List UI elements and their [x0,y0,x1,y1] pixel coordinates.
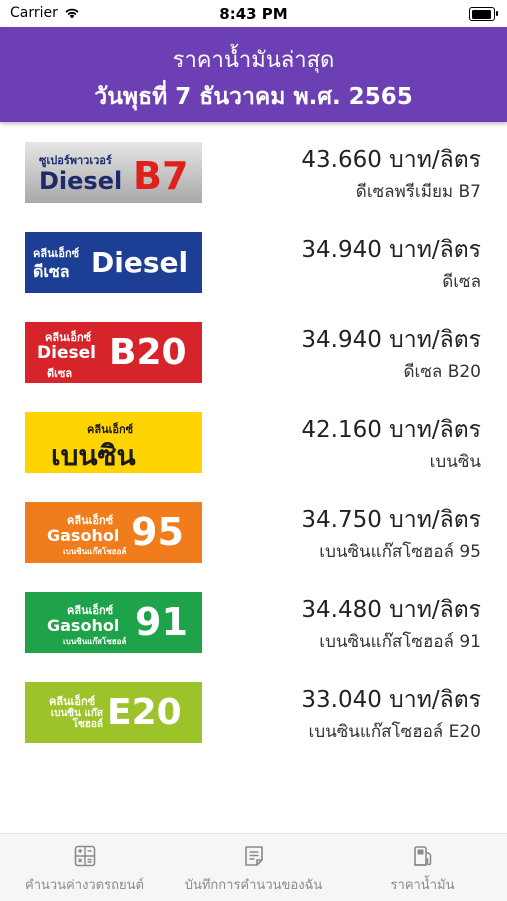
tab-label: คำนวนค่างวดรถยนต์ [25,878,144,893]
fuel-price: 34.480 บาท/ลิตร [301,597,481,623]
logo-main-text: ดีเซล [33,262,70,281]
fuel-logo: คลีนเอ็กซ์ Gasohol เบนซินแก๊สโซฮอล์ 95 [25,502,202,563]
fuel-name: ดีเซล [442,272,481,292]
calculator-icon [74,845,96,867]
fuel-name: เบนซินแก๊สโซฮอล์ E20 [308,722,481,742]
tab-loan-calculator[interactable]: คำนวนค่างวดรถยนต์ [0,834,169,901]
fuel-price: 33.040 บาท/ลิตร [301,687,481,713]
fuel-price: 34.940 บาท/ลิตร [301,237,481,263]
logo-main-text: เบนซิน [51,439,136,472]
logo-suffix-text: B7 [133,154,189,198]
logo-main-text: Gasohol [47,616,120,635]
fuel-pump-icon [414,846,432,866]
fuel-logo: ซูเปอร์พาวเวอร์ Diesel B7 [25,142,202,203]
fuel-logo: คลีนเอ็กซ์ Diesel ดีเซล B20 [25,322,202,383]
logo-main-text: Diesel [37,343,96,363]
battery-icon [469,7,498,21]
status-bar: Carrier 8:43 PM [0,0,507,27]
fuel-row-diesel-b20[interactable]: คลีนเอ็กซ์ Diesel ดีเซล B20 34.940 บาท/ล… [0,302,507,392]
fuel-price: 43.660 บาท/ลิตร [301,147,481,173]
fuel-logo: คลีนเอ็กซ์ Gasohol เบนซินแก๊สโซฮอล์ 91 [25,592,202,653]
tab-label: บันทึกการคำนวนของฉัน [184,878,323,893]
logo-suffix-text: E20 [107,692,182,733]
fuel-price: 34.940 บาท/ลิตร [301,327,481,353]
logo-suffix-text: 91 [135,600,188,644]
fuel-row-premium-diesel-b7[interactable]: ซูเปอร์พาวเวอร์ Diesel B7 43.660 บาท/ลิต… [0,122,507,212]
fuel-row-gasohol-e20[interactable]: คลีนเอ็กซ์ เบนซิน แก๊สโซฮอล์ E20 33.040 … [0,662,507,752]
logo-sub-text: เบนซินแก๊สโซฮอล์ [63,637,127,646]
fuel-name: เบนซิน [429,452,481,472]
tab-label: ราคาน้ำมัน [390,878,455,893]
logo-main-text: Gasohol [47,526,120,545]
fuel-name: เบนซินแก๊สโซฮอล์ 91 [319,632,481,652]
logo-sub-text: เบนซินแก๊สโซฮอล์ [63,547,127,556]
fuel-logo: คลีนเอ็กซ์ เบนซิน [25,412,202,473]
fuel-logo: คลีนเอ็กซ์ ดีเซล Diesel [25,232,202,293]
fuel-price: 34.750 บาท/ลิตร [301,507,481,533]
logo-main-text: เบนซิน แก๊สโซฮอล์ [50,708,103,730]
fuel-row-diesel[interactable]: คลีนเอ็กซ์ ดีเซล Diesel 34.940 บาท/ลิตร … [0,212,507,302]
fuel-price: 42.160 บาท/ลิตร [301,417,481,443]
logo-suffix-text: Diesel [91,246,189,279]
fuel-row-benzine[interactable]: คลีนเอ็กซ์ เบนซิน 42.160 บาท/ลิตร เบนซิน [0,392,507,482]
logo-suffix-text: 95 [131,510,184,554]
logo-suffix-text: B20 [109,332,187,373]
header: ราคาน้ำมันล่าสุด วันพุธที่ 7 ธันวาคม พ.ศ… [0,27,507,122]
fuel-name: ดีเซล B20 [403,362,481,382]
tab-my-calculations[interactable]: บันทึกการคำนวนของฉัน [169,834,338,901]
fuel-row-gasohol-95[interactable]: คลีนเอ็กซ์ Gasohol เบนซินแก๊สโซฮอล์ 95 3… [0,482,507,572]
notes-icon [245,846,263,866]
fuel-name: ดีเซลพรีเมียม B7 [355,182,481,202]
status-time: 8:43 PM [219,5,288,23]
fuel-name: เบนซินแก๊สโซฮอล์ 95 [319,542,481,562]
logo-sub-text: ดีเซล [47,367,73,380]
page-title: ราคาน้ำมันล่าสุด [172,48,335,73]
tab-bar: คำนวนค่างวดรถยนต์ บันทึกการคำนวนของฉัน ร… [0,833,507,901]
tab-fuel-price[interactable]: ราคาน้ำมัน [338,834,507,901]
logo-main-text: Diesel [39,167,123,195]
fuel-row-gasohol-91[interactable]: คลีนเอ็กซ์ Gasohol เบนซินแก๊สโซฮอล์ 91 3… [0,572,507,662]
page-date: วันพุธที่ 7 ธันวาคม พ.ศ. 2565 [94,84,413,110]
fuel-logo: คลีนเอ็กซ์ เบนซิน แก๊สโซฮอล์ E20 [25,682,202,743]
